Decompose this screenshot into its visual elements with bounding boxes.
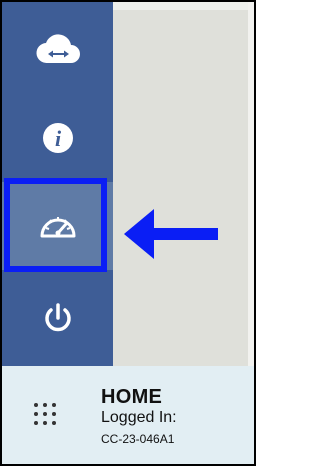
power-icon bbox=[44, 303, 71, 332]
svg-text:i: i bbox=[54, 126, 61, 151]
main-content-area bbox=[113, 2, 254, 366]
app-window: i HOME Logged In: CC-23-046A1 bbox=[0, 0, 256, 466]
info-icon: i bbox=[42, 123, 73, 153]
grid-menu-icon[interactable] bbox=[32, 401, 58, 427]
cloud-sync-icon bbox=[35, 34, 80, 64]
left-arrow-icon bbox=[124, 209, 218, 259]
logged-in-label: Logged In: bbox=[101, 409, 177, 426]
content-scroll-edge bbox=[248, 2, 254, 366]
sidebar-item-sync[interactable] bbox=[2, 6, 113, 94]
sidebar-item-power[interactable] bbox=[2, 274, 113, 362]
page-title: HOME bbox=[101, 386, 163, 408]
sidebar-item-info[interactable]: i bbox=[2, 94, 113, 182]
content-top-stripe bbox=[113, 2, 254, 10]
footer-bar: HOME Logged In: CC-23-046A1 bbox=[2, 366, 254, 464]
annotation-highlight-box bbox=[4, 178, 107, 272]
device-id-text: CC-23-046A1 bbox=[101, 432, 175, 446]
